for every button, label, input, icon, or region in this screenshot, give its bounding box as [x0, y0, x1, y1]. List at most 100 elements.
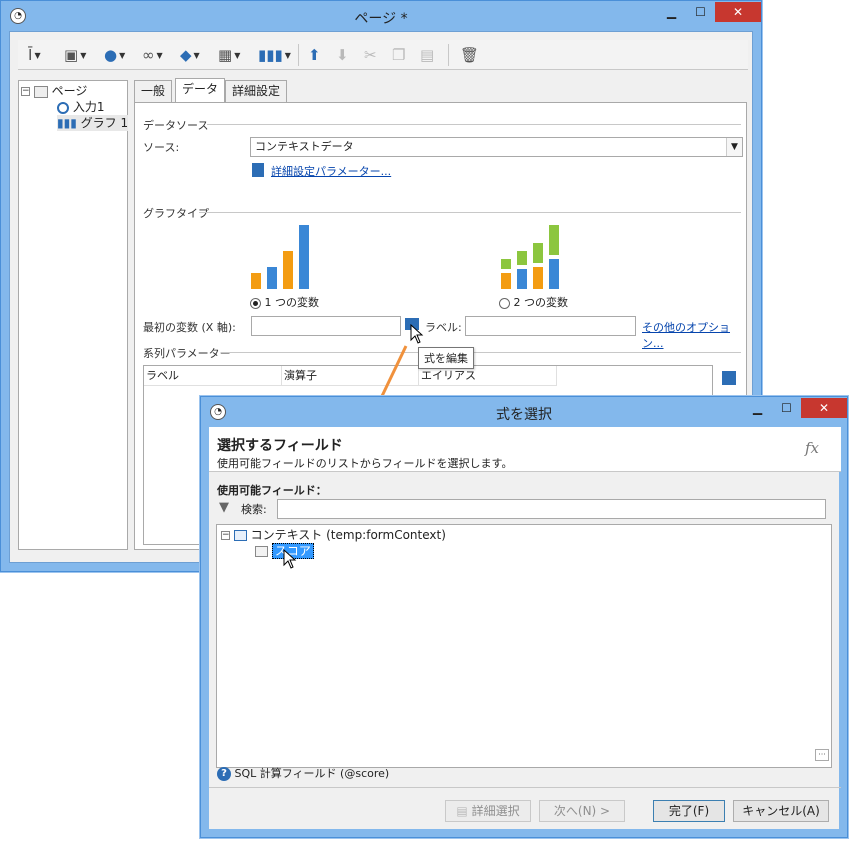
- layers-icon: ◆: [180, 46, 192, 64]
- more-options-button[interactable]: ···: [815, 749, 829, 761]
- toolbar-separator: [448, 44, 449, 66]
- minimize-button[interactable]: ▁: [744, 398, 771, 418]
- first-variable-label: 最初の変数 (X 軸):: [143, 321, 236, 334]
- clipboard-icon: [252, 163, 264, 177]
- bar: [533, 267, 543, 289]
- toolbar: Ī ▼ ▣ ▼ ● ▼ ∞ ▼ ◆ ▼ ▦ ▼ ▮▮▮ ▼ ⬆ ⬇ ✂ ❐ ▤ 🗑: [18, 40, 748, 70]
- column-label[interactable]: ラベル: [144, 366, 282, 386]
- insert-table-button[interactable]: ▦ ▼: [218, 44, 240, 66]
- clipboard-icon: ▤: [456, 804, 468, 818]
- tab-general[interactable]: 一般: [134, 80, 173, 102]
- mouse-cursor-icon: [283, 549, 297, 569]
- dialog-body: 選択するフィールド 使用可能フィールドのリストからフィールドを選択します。 fx…: [209, 427, 841, 829]
- trash-icon: 🗑: [460, 46, 480, 64]
- insert-web-button[interactable]: ● ▼: [104, 44, 125, 66]
- tree-root[interactable]: − ページ: [21, 83, 87, 99]
- tree-item-chart[interactable]: ▮▮▮ グラフ 1: [57, 115, 129, 131]
- insert-text-button[interactable]: Ī ▼: [28, 44, 41, 66]
- tree-item-input[interactable]: 入力1: [57, 99, 104, 115]
- option-one-variable[interactable]: 1 つの変数: [250, 294, 319, 310]
- page-window-title: ページ *: [354, 11, 408, 27]
- close-button[interactable]: ✕: [801, 398, 847, 418]
- two-variable-chart-icon: [501, 223, 561, 289]
- finish-button[interactable]: 完了(F): [653, 800, 725, 822]
- chevron-down-icon: ▼: [156, 50, 163, 60]
- other-options-link[interactable]: その他のオプション...: [642, 319, 746, 351]
- delete-button[interactable]: 🗑: [460, 44, 479, 66]
- copy-icon: ❐: [392, 46, 406, 64]
- single-variable-chart-icon: [251, 223, 311, 289]
- available-fields-label: 使用可能フィールド：: [217, 484, 327, 497]
- collapse-icon[interactable]: −: [21, 87, 30, 96]
- fields-tree[interactable]: − コンテキスト (temp:formContext) スコア ···: [216, 524, 832, 768]
- chart-bars-icon: ▮▮▮: [258, 46, 283, 64]
- bar: [501, 259, 511, 269]
- select-expression-dialog: ◔ 式を選択 ▁ ☐ ✕ 選択するフィールド 使用可能フィールドのリストからフィ…: [200, 396, 848, 838]
- context-list-icon: [233, 530, 247, 541]
- bar: [549, 225, 559, 255]
- source-select[interactable]: コンテキストデータ ▼: [250, 137, 743, 157]
- input-field-icon: ▣: [64, 46, 79, 64]
- page-titlebar[interactable]: ◔ ページ * ▁ ☐ ✕: [1, 1, 761, 31]
- copy-button[interactable]: ❐: [392, 44, 405, 66]
- option-two-variables[interactable]: 2 つの変数: [499, 294, 568, 310]
- dialog-header-title: 選択するフィールド: [217, 438, 343, 454]
- text-cursor-icon: Ī: [28, 46, 33, 64]
- dialog-titlebar[interactable]: ◔ 式を選択 ▁ ☐ ✕: [201, 397, 847, 427]
- insert-input-button[interactable]: ▣ ▼: [64, 44, 86, 66]
- option-two-variables-label: 2 つの変数: [513, 296, 569, 309]
- bar: [251, 273, 261, 289]
- tab-data[interactable]: データ: [175, 78, 226, 102]
- graph-type-heading: グラフタイプ: [143, 207, 209, 220]
- tree-root[interactable]: − コンテキスト (temp:formContext): [221, 527, 446, 543]
- collapse-icon[interactable]: −: [221, 531, 230, 540]
- maximize-button[interactable]: ☐: [687, 2, 714, 22]
- radio-checked-icon[interactable]: [250, 297, 261, 309]
- source-select-value: コンテキストデータ: [255, 140, 354, 153]
- insert-container-button[interactable]: ◆ ▼: [180, 44, 200, 66]
- search-label: 検索:: [241, 503, 267, 516]
- label-label: ラベル:: [425, 321, 462, 334]
- chevron-down-icon: ▼: [193, 50, 200, 60]
- label-input[interactable]: [465, 316, 636, 336]
- search-input[interactable]: [277, 499, 826, 519]
- advanced-select-button[interactable]: ▤ 詳細選択: [445, 800, 531, 822]
- table-icon: ▦: [218, 46, 233, 64]
- structure-tree: − ページ 入力1 ▮▮▮ グラフ 1: [18, 80, 129, 550]
- chevron-down-icon: ▼: [119, 50, 126, 60]
- bar: [517, 269, 527, 289]
- arrow-down-icon: ⬇: [336, 46, 349, 64]
- bar: [533, 243, 543, 263]
- tree-item-input-label: 入力1: [72, 100, 105, 114]
- insert-link-button[interactable]: ∞ ▼: [142, 44, 163, 66]
- move-down-button[interactable]: ⬇: [336, 44, 349, 66]
- tree-root-label: ページ: [51, 84, 88, 98]
- move-up-button[interactable]: ⬆: [308, 44, 321, 66]
- chevron-down-icon[interactable]: ▼: [726, 138, 742, 156]
- add-series-icon[interactable]: [722, 371, 736, 385]
- source-label: ソース:: [143, 141, 180, 154]
- filter-icon: ▼: [219, 500, 229, 515]
- maximize-button[interactable]: ☐: [773, 398, 800, 418]
- paste-button[interactable]: ▤: [420, 44, 434, 66]
- edit-expression-tooltip: 式を編集: [418, 347, 474, 369]
- sql-field-info: ? SQL 計算フィールド (@score): [217, 765, 389, 781]
- tab-advanced[interactable]: 詳細設定: [225, 80, 288, 102]
- cut-button[interactable]: ✂: [364, 44, 377, 66]
- chevron-down-icon: ▼: [284, 50, 291, 60]
- advanced-params-link[interactable]: 詳細設定パラメーター...: [271, 163, 391, 179]
- radio-unchecked-icon[interactable]: [499, 297, 510, 309]
- first-variable-input[interactable]: [251, 316, 401, 336]
- next-button[interactable]: 次へ(N) >: [539, 800, 625, 822]
- column-alias[interactable]: エイリアス: [419, 366, 557, 386]
- divider: [199, 212, 741, 213]
- link-icon: ∞: [142, 46, 155, 64]
- minimize-button[interactable]: ▁: [658, 2, 685, 22]
- divider: [209, 787, 841, 788]
- chevron-down-icon: ▼: [34, 50, 41, 60]
- bar: [267, 267, 277, 289]
- cancel-button[interactable]: キャンセル(A): [733, 800, 829, 822]
- page-icon: [33, 85, 48, 98]
- insert-chart-button[interactable]: ▮▮▮ ▼: [258, 44, 291, 66]
- close-button[interactable]: ✕: [715, 2, 761, 22]
